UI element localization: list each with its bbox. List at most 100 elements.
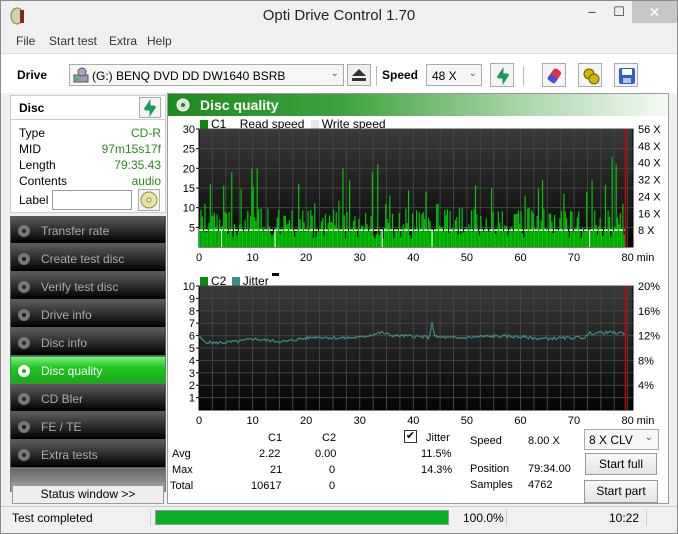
c1-bar — [407, 190, 410, 247]
disc-test-icon — [18, 309, 30, 321]
x-tick-label: 0 — [196, 415, 202, 427]
start-part-button[interactable]: Start part — [584, 480, 658, 503]
erase-button[interactable] — [542, 63, 566, 87]
chevron-down-icon: ⌄ — [468, 68, 477, 79]
y2-tick-label: 4% — [638, 380, 654, 392]
progress-bar — [155, 510, 449, 525]
speed-select[interactable]: 48 X ⌄ — [426, 64, 482, 86]
c1-bar — [223, 185, 225, 247]
nav-item-verify-test-disc[interactable]: Verify test disc — [10, 272, 166, 300]
c1-bar — [236, 235, 238, 247]
status-window-button[interactable]: Status window >> — [12, 485, 164, 504]
c1-bar — [604, 184, 607, 247]
c1-bar — [594, 210, 596, 247]
drive-select[interactable]: (G:) BENQ DVD DD DW1640 BSRB ⌄ — [69, 64, 344, 86]
nav-item-disc-info[interactable]: Disc info — [10, 328, 166, 356]
c1-bar — [280, 231, 282, 247]
eject-button[interactable] — [347, 64, 371, 86]
c1-bar — [438, 225, 440, 247]
speed-value: 8.00 X — [528, 435, 560, 447]
maximize-button[interactable]: ☐ — [605, 1, 633, 23]
nav-item-transfer-rate[interactable]: Transfer rate — [10, 216, 166, 244]
y2-tick-label: 8% — [638, 355, 654, 367]
c1-bar — [231, 172, 233, 247]
c1-bar — [552, 233, 554, 247]
c1-bar — [291, 210, 293, 247]
disc-mid-value: 97m15s17f — [101, 142, 161, 156]
c1-bar — [481, 231, 483, 247]
c1-bar — [547, 231, 549, 247]
c1-bar — [602, 236, 604, 247]
c1-bar — [290, 229, 292, 247]
c1-bar — [318, 231, 320, 247]
jitter-chart: 123456789100 10 20 30 40 50 60 70 80 min4%8%12%16… — [183, 281, 660, 427]
close-button[interactable]: ✕ — [632, 1, 677, 23]
c1-bar — [264, 231, 266, 247]
c1-bar — [591, 180, 593, 247]
c1-bar — [555, 231, 557, 247]
menu-extra[interactable]: Extra — [109, 34, 137, 48]
c1-bar — [426, 231, 428, 247]
status-divider — [646, 509, 647, 526]
menu-file[interactable]: File — [16, 34, 35, 48]
nav-item-create-test-disc[interactable]: Create test disc — [10, 244, 166, 272]
progress-percent: 100.0% — [463, 511, 504, 525]
stats-avg-c2: 0.00 — [315, 448, 337, 460]
c1-bar — [311, 215, 313, 247]
disc-label-button[interactable] — [138, 189, 160, 211]
menu-help[interactable]: Help — [147, 34, 172, 48]
nav-item-fe-te[interactable]: FE / TE — [10, 412, 166, 440]
status-divider — [506, 509, 507, 526]
jitter-checkbox[interactable]: ✔ — [404, 430, 417, 443]
samples-label: Samples — [470, 479, 513, 491]
x-tick-label: 20 — [300, 415, 312, 427]
c1-bar — [507, 235, 509, 247]
c1-bar — [501, 211, 503, 247]
stats-total-c2: 0 — [329, 480, 336, 492]
nav-item-label: FE / TE — [41, 420, 82, 434]
c1-bar — [503, 231, 505, 247]
minimize-button[interactable]: – — [578, 1, 606, 23]
menu-start-test[interactable]: Start test — [49, 34, 97, 48]
settings-button[interactable] — [578, 63, 602, 87]
c1-bar — [245, 229, 248, 247]
panel-header: Disc quality — [168, 94, 668, 116]
c1-bar — [564, 211, 566, 247]
c1-bar — [496, 228, 498, 247]
speed-label: Speed — [470, 435, 502, 447]
c1-bar — [484, 231, 486, 247]
toolbar-divider — [523, 66, 524, 86]
start-full-button[interactable]: Start full — [585, 453, 657, 475]
c1-bar — [508, 231, 510, 247]
y-tick-label: 1 — [189, 393, 195, 405]
c1-bar — [240, 188, 242, 247]
c1-bar — [428, 217, 430, 247]
c1-bar — [347, 231, 349, 247]
nav-item-cd-bler[interactable]: CD Bler — [10, 384, 166, 412]
c1-bar — [493, 231, 495, 247]
disc-refresh-button[interactable] — [139, 97, 161, 118]
c1-bar — [579, 231, 581, 247]
c1-bar — [397, 230, 399, 247]
disc-test-icon — [18, 365, 30, 377]
nav-item-disc-quality[interactable]: Disc quality — [10, 356, 166, 384]
c1-bar — [615, 164, 617, 247]
chevron-down-icon: ⌄ — [330, 68, 339, 79]
y2-tick-label: 32 X — [638, 175, 661, 187]
c1-bar — [429, 220, 431, 247]
nav-item-drive-info[interactable]: Drive info — [10, 300, 166, 328]
c1-bar — [334, 225, 336, 247]
nav-item-extra-tests[interactable]: Extra tests — [10, 440, 166, 468]
c1-bar — [572, 231, 574, 247]
c1-bar — [298, 184, 300, 247]
c1-bar — [462, 232, 465, 247]
stats-avg-label: Avg — [172, 448, 191, 460]
c1-bar — [387, 223, 390, 247]
c1-bar — [611, 156, 613, 247]
refresh-speed-button[interactable] — [490, 63, 514, 87]
test-speed-select[interactable]: 8 X CLV ⌄ — [584, 429, 659, 450]
c1-bar — [436, 204, 438, 247]
save-button[interactable] — [614, 63, 638, 87]
disc-label-input[interactable] — [52, 190, 132, 210]
c1-bar — [416, 210, 418, 247]
